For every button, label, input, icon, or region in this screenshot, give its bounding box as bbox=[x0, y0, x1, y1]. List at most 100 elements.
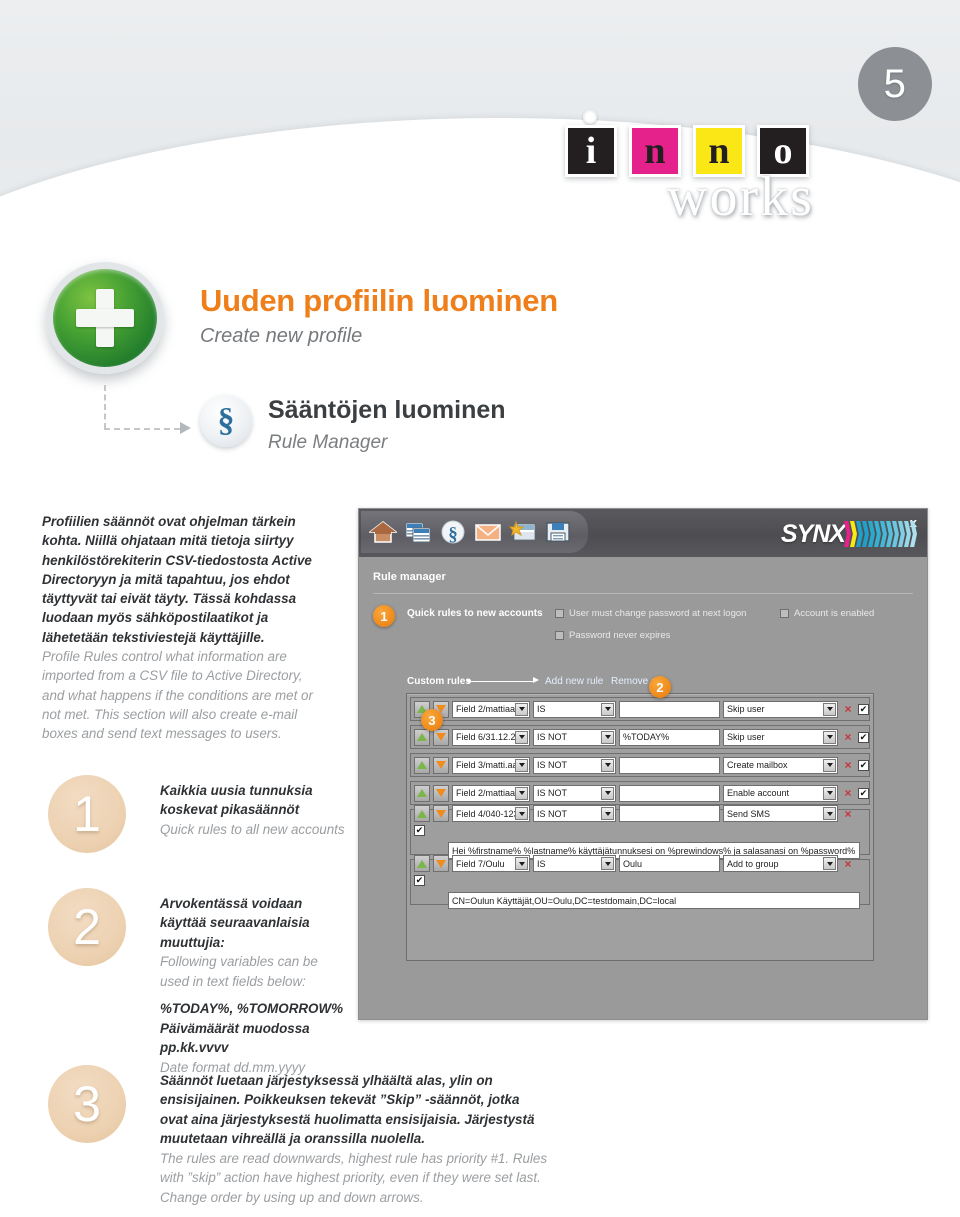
intro-text: Profiilien säännöt ovat ohjelman tärkein… bbox=[42, 512, 328, 744]
action-select[interactable]: Enable account bbox=[723, 784, 838, 802]
chevron-down-icon[interactable] bbox=[601, 702, 614, 716]
move-down-arrow-icon[interactable] bbox=[433, 756, 449, 774]
move-down-arrow-icon[interactable] bbox=[433, 728, 449, 746]
operator-select[interactable]: IS NOT bbox=[533, 784, 616, 802]
move-down-arrow-icon[interactable] bbox=[433, 784, 449, 802]
chevron-down-icon[interactable] bbox=[515, 758, 528, 772]
move-up-arrow-icon[interactable] bbox=[414, 784, 430, 802]
move-up-arrow-icon[interactable] bbox=[414, 756, 430, 774]
operator-select-value: IS NOT bbox=[537, 788, 568, 798]
checkbox-box[interactable] bbox=[780, 609, 789, 618]
chevron-down-icon[interactable] bbox=[601, 758, 614, 772]
logo-dot bbox=[583, 110, 597, 124]
svg-text:§: § bbox=[448, 524, 458, 545]
operator-select[interactable]: IS NOT bbox=[533, 805, 616, 822]
callout-1-number: 1 bbox=[48, 775, 126, 853]
operator-select[interactable]: IS NOT bbox=[533, 756, 616, 774]
checkbox-must-change-password[interactable]: User must change password at next logon bbox=[555, 608, 746, 619]
windows-icon[interactable] bbox=[404, 519, 432, 545]
chevron-down-icon[interactable] bbox=[515, 807, 528, 820]
action-select[interactable]: Skip user bbox=[723, 700, 838, 718]
checkbox-label: Account is enabled bbox=[794, 608, 875, 619]
delete-rule-icon[interactable]: × bbox=[841, 758, 855, 772]
move-up-arrow-icon[interactable] bbox=[414, 805, 430, 822]
chevron-down-icon[interactable] bbox=[601, 857, 614, 870]
checkbox-box[interactable] bbox=[555, 631, 564, 640]
rule-enabled-checkbox[interactable]: ✔ bbox=[858, 703, 869, 715]
rule-enabled-checkbox[interactable]: ✔ bbox=[858, 787, 869, 799]
delete-rule-icon[interactable]: × bbox=[841, 857, 855, 871]
save-icon[interactable] bbox=[544, 519, 572, 545]
chevron-down-icon[interactable] bbox=[515, 786, 528, 800]
section-subtitle: Rule Manager bbox=[268, 432, 388, 453]
delete-rule-icon[interactable]: × bbox=[841, 807, 855, 821]
checkbox-box[interactable] bbox=[555, 609, 564, 618]
chevron-down-icon[interactable] bbox=[823, 730, 836, 744]
delete-rule-icon[interactable]: × bbox=[841, 786, 855, 800]
rule-enabled-checkbox[interactable]: ✔ bbox=[414, 825, 425, 836]
chevron-down-icon[interactable] bbox=[601, 786, 614, 800]
action-select[interactable]: Create mailbox bbox=[723, 756, 838, 774]
chevron-down-icon[interactable] bbox=[823, 758, 836, 772]
new-image-icon[interactable] bbox=[508, 519, 537, 545]
rule-enabled-checkbox[interactable]: ✔ bbox=[858, 759, 869, 771]
chevron-down-icon[interactable] bbox=[515, 730, 528, 744]
field-select[interactable]: Field 7/Oulu bbox=[452, 855, 530, 872]
value-input[interactable] bbox=[619, 784, 720, 802]
annotation-badge-3: 3 bbox=[421, 709, 443, 731]
delete-rule-icon[interactable]: × bbox=[841, 730, 855, 744]
chevron-down-icon[interactable] bbox=[515, 702, 528, 716]
chevron-down-icon[interactable] bbox=[823, 807, 836, 820]
synx-brand-logo: SYNX bbox=[781, 519, 917, 549]
field-select-value: Field 7/Oulu bbox=[456, 858, 505, 869]
operator-select-value: IS bbox=[537, 704, 546, 714]
field-select[interactable]: Field 6/31.12.2 bbox=[452, 728, 530, 746]
chevron-down-icon[interactable] bbox=[601, 730, 614, 744]
synx-chevron-yellow bbox=[850, 521, 857, 547]
move-up-arrow-icon[interactable] bbox=[414, 728, 430, 746]
table-row: Field 3/matti.aa IS NOT Create mailbox ×… bbox=[410, 753, 870, 777]
chevron-down-icon[interactable] bbox=[823, 702, 836, 716]
home-icon[interactable] bbox=[367, 519, 399, 545]
synx-chevron-magenta bbox=[844, 521, 851, 547]
action-select-value: Skip user bbox=[727, 704, 765, 714]
move-down-arrow-icon[interactable] bbox=[433, 805, 449, 822]
operator-select[interactable]: IS NOT bbox=[533, 728, 616, 746]
delete-rule-icon[interactable]: × bbox=[841, 702, 855, 716]
field-select[interactable]: Field 2/mattiaa bbox=[452, 784, 530, 802]
checkbox-account-enabled[interactable]: Account is enabled bbox=[780, 608, 874, 619]
value-input[interactable] bbox=[619, 700, 720, 718]
chevron-down-icon[interactable] bbox=[601, 807, 614, 820]
action-select[interactable]: Send SMS bbox=[723, 805, 838, 822]
move-up-arrow-icon[interactable] bbox=[414, 855, 430, 872]
chevron-down-icon[interactable] bbox=[515, 857, 528, 870]
field-select[interactable]: Field 3/matti.aa bbox=[452, 756, 530, 774]
callout-2-number: 2 bbox=[48, 888, 126, 966]
synx-chevron-6 bbox=[886, 521, 893, 547]
group-dn-input[interactable]: CN=Oulun Käyttäjät,OU=Oulu,DC=testdomain… bbox=[448, 892, 860, 909]
chevron-down-icon[interactable] bbox=[823, 857, 836, 870]
table-row: Field 7/Oulu IS Oulu Add to group × ✔ CN… bbox=[410, 855, 870, 909]
action-select[interactable]: Skip user bbox=[723, 728, 838, 746]
envelope-icon[interactable] bbox=[474, 519, 502, 545]
value-input[interactable] bbox=[619, 756, 720, 774]
action-select[interactable]: Add to group bbox=[723, 855, 838, 872]
dashed-connector bbox=[104, 385, 200, 443]
value-input[interactable] bbox=[619, 805, 720, 822]
value-input[interactable]: Oulu bbox=[619, 855, 720, 872]
add-new-rule-link[interactable]: Add new rule bbox=[545, 676, 603, 687]
field-select[interactable]: Field 2/mattiaa bbox=[452, 700, 530, 718]
callout-3-en: The rules are read downwards, highest ru… bbox=[160, 1150, 548, 1205]
operator-select[interactable]: IS bbox=[533, 700, 616, 718]
chevron-down-icon[interactable] bbox=[823, 786, 836, 800]
field-select[interactable]: Field 4/040-123 bbox=[452, 805, 530, 822]
move-down-arrow-icon[interactable] bbox=[433, 855, 449, 872]
paragraph-icon[interactable]: § bbox=[439, 519, 467, 545]
app-title-bar: x bbox=[359, 509, 927, 557]
operator-select[interactable]: IS bbox=[533, 855, 616, 872]
rule-enabled-checkbox[interactable]: ✔ bbox=[858, 731, 869, 743]
checkbox-password-never-expires[interactable]: Password never expires bbox=[555, 630, 670, 641]
synx-chevron-3 bbox=[868, 521, 875, 547]
rule-enabled-checkbox[interactable]: ✔ bbox=[414, 875, 425, 886]
value-input[interactable]: %TODAY% bbox=[619, 728, 720, 746]
